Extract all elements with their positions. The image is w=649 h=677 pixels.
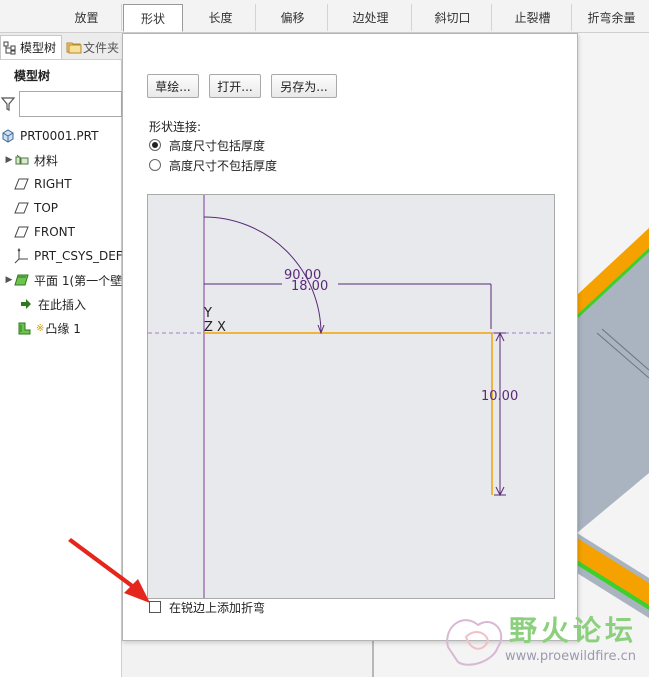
open-button[interactable]: 打开... — [209, 74, 261, 98]
tree-item-part[interactable]: PRT0001.PRT — [0, 125, 98, 147]
length-dimension-text: 18.00 — [291, 279, 328, 294]
tab-shape[interactable]: 形状 — [123, 4, 183, 32]
tab-miter-cut[interactable]: 斜切口 — [414, 4, 492, 31]
watermark-logo-icon — [446, 619, 503, 666]
tree-item-flange[interactable]: ※ 凸缘 1 — [16, 317, 81, 339]
axis-y-label: Y — [203, 306, 212, 321]
tab-model-tree-label: 模型树 — [20, 41, 57, 55]
tree-filter-row — [0, 91, 122, 119]
tree-item-label: 在此插入 — [38, 297, 87, 312]
tree-item-csys[interactable]: PRT_CSYS_DEF — [14, 245, 123, 267]
radio-include-thickness[interactable]: 高度尺寸包括厚度 — [149, 136, 265, 154]
radio-button[interactable] — [149, 139, 161, 151]
tree-item-front-plane[interactable]: FRONT — [14, 221, 75, 243]
tree-item-label: PRT_CSYS_DEF — [34, 249, 123, 263]
red-arrow-annotation — [68, 538, 150, 603]
datum-plane-icon — [14, 224, 30, 240]
tree-item-label: 材料 — [34, 153, 59, 168]
tab-bend-allowance[interactable]: 折弯余量 — [574, 4, 649, 31]
shape-connection-label: 形状连接: — [149, 120, 202, 134]
tab-model-tree[interactable]: 模型树 — [0, 35, 62, 59]
forum-watermark: 野火论坛 www.proewildfire.cn — [438, 605, 649, 677]
view-divider — [372, 640, 374, 677]
tree-item-material[interactable]: ▶ 材料 — [4, 149, 58, 171]
tab-relief[interactable]: 止裂槽 — [494, 4, 572, 31]
sketch-preview: 90.00 18.00 10.00 Y Z X — [147, 194, 555, 599]
model-tree-icon — [3, 41, 17, 55]
tree-item-label: TOP — [34, 201, 59, 215]
sketch-canvas: 90.00 18.00 10.00 Y Z X — [148, 195, 554, 598]
tree-item-insert-here[interactable]: 在此插入 — [18, 293, 86, 315]
axis-zx-label: Z X — [204, 320, 226, 335]
radio-exclude-thickness[interactable]: 高度尺寸不包括厚度 — [149, 156, 277, 174]
tree-item-label: 凸缘 1 — [45, 321, 81, 336]
datum-plane-icon — [14, 176, 30, 192]
checkbox-label: 在锐边上添加折弯 — [169, 600, 266, 615]
tree-item-right-plane[interactable]: RIGHT — [14, 173, 72, 195]
tab-placement[interactable]: 放置 — [52, 4, 122, 31]
tree-item-label: PRT0001.PRT — [20, 129, 99, 143]
radio-label: 高度尺寸不包括厚度 — [169, 158, 278, 173]
tab-folder-browser[interactable]: 文件夹 — [64, 35, 122, 59]
tree-item-top-plane[interactable]: TOP — [14, 197, 58, 219]
watermark-title: 野火论坛 — [509, 614, 638, 647]
sketch-button[interactable]: 草绘... — [147, 74, 199, 98]
flat-wall-icon — [14, 272, 30, 288]
tab-offset[interactable]: 偏移 — [258, 4, 328, 31]
flange-icon — [16, 320, 32, 336]
tab-folder-label: 文件夹 — [83, 40, 119, 55]
ribbon-tabs: 放置 形状 长度 偏移 边处理 斜切口 止裂槽 折弯余量 — [0, 0, 649, 33]
watermark-url: www.proewildfire.cn — [505, 649, 636, 664]
insert-here-icon — [18, 296, 34, 312]
tree-title: 模型树 — [14, 69, 51, 83]
filter-icon[interactable] — [0, 97, 16, 111]
radio-label: 高度尺寸包括厚度 — [169, 138, 266, 153]
material-icon — [14, 152, 30, 168]
expand-arrow-icon[interactable]: ▶ — [4, 155, 14, 165]
radio-button[interactable] — [149, 159, 161, 171]
tree-item-label: 平面 1(第一个壁 — [34, 273, 123, 288]
tab-edge-treatment[interactable]: 边处理 — [330, 4, 412, 31]
part-icon — [0, 128, 16, 144]
height-dimension-text: 10.00 — [481, 389, 518, 404]
tree-item-label: RIGHT — [34, 177, 72, 191]
tree-item-flat-wall[interactable]: ▶ 平面 1(第一个壁 — [4, 269, 123, 291]
expand-arrow-icon[interactable]: ▶ — [4, 275, 14, 285]
add-bend-on-sharp-edges[interactable]: 在锐边上添加折弯 — [149, 598, 265, 616]
save-as-button[interactable]: 另存为... — [271, 74, 337, 98]
panel-tabs: 模型树 文件夹 — [0, 33, 122, 60]
tree-search-input[interactable] — [19, 91, 122, 117]
csys-icon — [14, 248, 30, 264]
tree-item-label: FRONT — [34, 225, 75, 239]
new-feature-star-icon: ※ — [36, 322, 45, 334]
datum-plane-icon — [14, 200, 30, 216]
tab-length[interactable]: 长度 — [186, 4, 256, 31]
folder-icon — [66, 40, 82, 54]
shape-panel: 草绘... 打开... 另存为... 形状连接: 高度尺寸包括厚度 高度尺寸不包… — [122, 33, 578, 641]
